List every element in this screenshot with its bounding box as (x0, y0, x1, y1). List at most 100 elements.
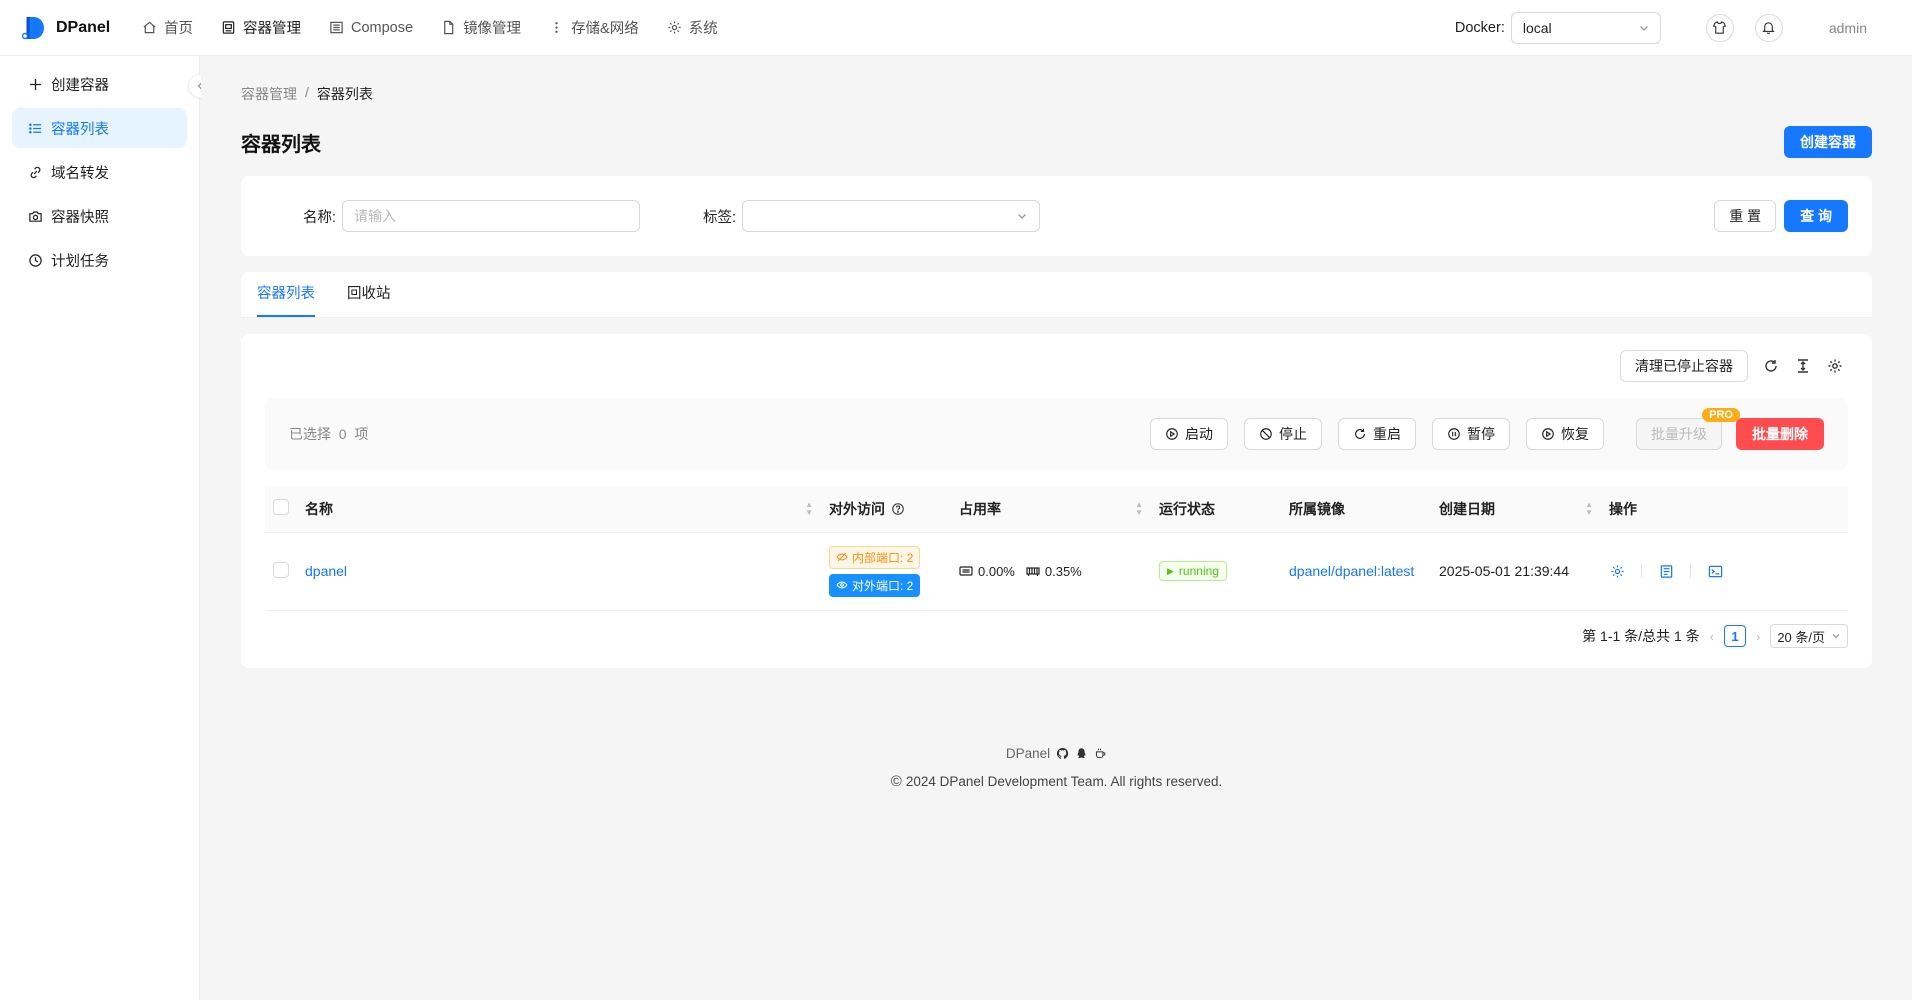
pro-badge: PRO (1702, 408, 1740, 422)
refresh-icon (1765, 360, 1777, 372)
app-name: DPanel (56, 18, 111, 36)
container-settings-button[interactable] (1609, 563, 1625, 579)
refresh-button[interactable] (1762, 357, 1780, 375)
compose-icon (330, 21, 343, 34)
column-header-ops: 操作 (1601, 486, 1848, 533)
sidebar-item-create-container[interactable]: 创建容器 (12, 64, 187, 104)
qq-icon[interactable] (1075, 747, 1088, 760)
batch-restart-button[interactable]: 重启 (1338, 418, 1416, 450)
restart-icon (1355, 428, 1365, 439)
breadcrumb-separator: / (305, 84, 309, 100)
docker-select[interactable]: local (1510, 11, 1661, 44)
topnav-item-images[interactable]: 镜像管理 (427, 0, 535, 56)
search-button[interactable]: 查 询 (1784, 200, 1848, 232)
column-header-usage: 占用率 (959, 500, 1001, 517)
column-settings-button[interactable] (1826, 357, 1844, 375)
batch-pause-label: 暂停 (1467, 426, 1495, 442)
coffee-icon[interactable] (1094, 747, 1107, 760)
batch-resume-button[interactable]: 恢复 (1526, 418, 1604, 450)
chevron-down-icon (1639, 25, 1648, 31)
selected-suffix: 项 (354, 426, 369, 442)
theme-button[interactable] (1705, 13, 1734, 42)
user-menu[interactable]: admin (1829, 20, 1867, 36)
sort-name-button[interactable]: ▲ ▼ (805, 500, 813, 517)
breadcrumb-current: 容器列表 (316, 86, 373, 102)
container-logs-button[interactable] (1658, 563, 1674, 579)
next-page-button[interactable]: › (1756, 629, 1760, 644)
chevron-down-icon (1832, 634, 1840, 639)
question-circle-icon[interactable] (891, 502, 905, 516)
eye-off-icon (836, 552, 848, 562)
batch-delete-button[interactable]: 批量删除 (1736, 418, 1824, 450)
container-table-card: 清理已停止容器 已选择 0 项 启动 停止 重启 暂停 恢复 批量升级 PRO … (241, 334, 1872, 668)
container-terminal-button[interactable] (1707, 563, 1723, 579)
sidebar-item-container-snapshot[interactable]: 容器快照 (12, 196, 187, 236)
row-actions (1609, 563, 1840, 579)
topnav-item-compose[interactable]: Compose (315, 0, 427, 56)
tab-container-list[interactable]: 容器列表 (257, 282, 315, 317)
column-header-created: 创建日期 (1439, 500, 1495, 517)
top-bar: DPanel 首页 容器管理 Compose 镜像管理 存储&网络 系统 Doc… (0, 0, 1912, 56)
topnav-item-containers[interactable]: 容器管理 (207, 0, 315, 56)
batch-resume-label: 恢复 (1561, 426, 1589, 442)
pagination-summary: 第 1-1 条/总共 1 条 (1582, 628, 1700, 644)
topnav-label: 系统 (688, 21, 718, 37)
clock-icon (29, 253, 42, 267)
sort-created-button[interactable]: ▲ ▼ (1585, 500, 1593, 517)
selected-count: 0 (338, 426, 347, 442)
github-icon[interactable] (1056, 747, 1069, 760)
chevron-down-icon (1018, 214, 1027, 219)
column-header-access: 对外访问 (829, 500, 885, 517)
tab-recycle-bin[interactable]: 回收站 (347, 282, 391, 317)
topnav-item-system[interactable]: 系统 (653, 0, 732, 56)
logo[interactable]: DPanel (0, 15, 120, 41)
gear-icon (1610, 564, 1624, 578)
container-name-link[interactable]: dpanel (305, 563, 347, 579)
internal-port-tag[interactable]: 内部端口: 2 (829, 545, 921, 569)
page-title: 容器列表 (241, 133, 321, 156)
topnav-label: 镜像管理 (463, 21, 522, 37)
copyright-icon: © (890, 773, 902, 790)
prev-page-button[interactable]: ‹ (1710, 629, 1714, 644)
play-circle-icon (1542, 428, 1554, 440)
reset-button[interactable]: 重 置 (1714, 200, 1777, 232)
notification-button[interactable] (1754, 13, 1783, 42)
filter-panel: 名称: 请输入 标签: 重 置 查 询 (241, 176, 1872, 256)
batch-stop-button[interactable]: 停止 (1244, 418, 1322, 450)
batch-start-label: 启动 (1185, 426, 1213, 442)
cpu-usage: 0.00% (978, 563, 1015, 579)
batch-upgrade-button[interactable]: 批量升级 (1636, 418, 1722, 450)
plus-icon (29, 78, 42, 90)
batch-start-button[interactable]: 启动 (1150, 418, 1228, 450)
row-checkbox[interactable] (273, 561, 289, 578)
select-all-checkbox[interactable] (273, 499, 289, 516)
breadcrumb-parent[interactable]: 容器管理 (241, 84, 297, 104)
sidebar-item-domain-forward[interactable]: 域名转发 (12, 152, 187, 192)
docker-select-value: local (1522, 19, 1552, 36)
tag-filter-select[interactable] (742, 200, 1041, 232)
sort-usage-button[interactable]: ▲ ▼ (1135, 500, 1143, 517)
usage-cell: 0.00% 0.35% (959, 564, 1143, 579)
topnav-label: 容器管理 (243, 21, 301, 37)
gear-icon (1828, 359, 1842, 373)
create-container-button[interactable]: 创建容器 (1784, 126, 1872, 158)
topnav-item-home[interactable]: 首页 (128, 0, 207, 56)
name-filter-input[interactable]: 请输入 (342, 200, 641, 232)
page-1-button[interactable]: 1 (1723, 625, 1746, 647)
image-link[interactable]: dpanel/dpanel:latest (1289, 563, 1414, 579)
status-label: running (1178, 564, 1219, 579)
batch-pause-button[interactable]: 暂停 (1432, 418, 1510, 450)
dpanel-logo-icon (22, 16, 44, 39)
page-size-select[interactable]: 20 条/页 (1770, 624, 1848, 648)
topnav-item-storage-network[interactable]: 存储&网络 (535, 0, 653, 56)
tab-bar: 容器列表 回收站 (241, 272, 1872, 318)
pause-circle-icon (1448, 428, 1460, 440)
sidebar-item-scheduled-tasks[interactable]: 计划任务 (12, 240, 187, 280)
clean-stopped-containers-button[interactable]: 清理已停止容器 (1620, 350, 1748, 382)
sidebar-item-container-list[interactable]: 容器列表 (12, 108, 187, 148)
batch-stop-label: 停止 (1279, 426, 1307, 442)
external-port-tag[interactable]: 对外端口: 2 (829, 573, 921, 597)
home-icon (143, 21, 156, 34)
link-icon (30, 166, 41, 178)
density-button[interactable] (1794, 357, 1812, 375)
